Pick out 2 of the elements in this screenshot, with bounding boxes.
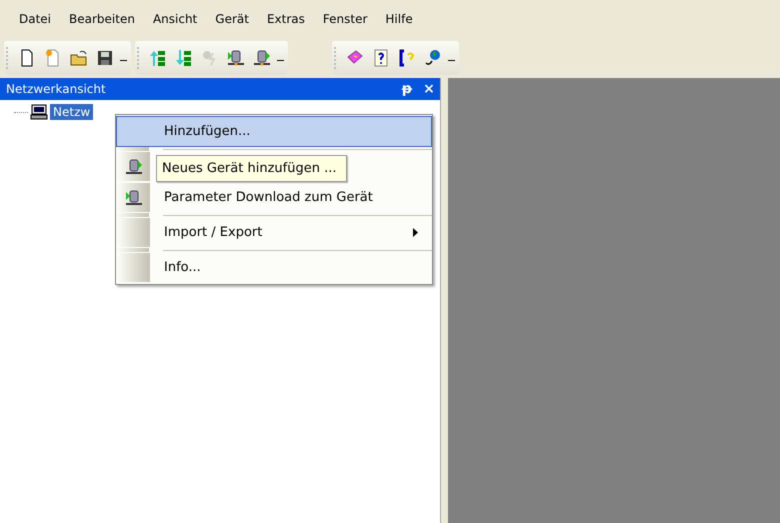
panel-title: Netzwerkansicht: [6, 82, 106, 96]
tooltip: Neues Gerät hinzufügen ...: [156, 155, 348, 182]
